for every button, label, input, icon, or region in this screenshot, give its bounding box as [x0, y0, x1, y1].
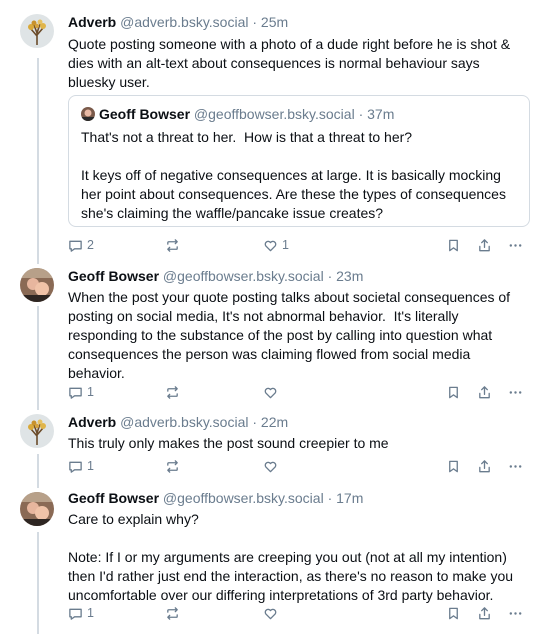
share-icon [479, 385, 490, 398]
share-button[interactable] [477, 603, 492, 623]
more-options-button[interactable] [508, 382, 523, 402]
bookmark-button[interactable] [446, 235, 461, 255]
quote-post[interactable]: Geoff Bowser @geoffbowser.bsky.social · … [68, 95, 530, 227]
reply-button[interactable]: 2 [68, 235, 94, 255]
separator: · [354, 106, 368, 122]
post-actions: 1 [68, 603, 530, 623]
avatar-tree-icon[interactable] [20, 414, 54, 448]
reply-count: 1 [87, 606, 94, 620]
post-header: Geoff Bowser @geoffbowser.bsky.social · … [68, 266, 530, 286]
separator: · [248, 14, 261, 30]
post-text: Care to explain why? Note: If I or my ar… [68, 511, 514, 603]
repost-button[interactable] [165, 456, 180, 476]
separator: · [248, 414, 261, 430]
quote-author-name: Geoff Bowser [99, 106, 191, 122]
more-icon [509, 611, 522, 615]
timestamp[interactable]: 22m [261, 414, 288, 430]
heart-icon [264, 461, 277, 472]
bookmark-icon [449, 607, 458, 619]
repost-icon [167, 606, 178, 620]
avatar-selfie-icon[interactable] [20, 268, 54, 302]
reply-count: 1 [87, 459, 94, 473]
post-header: Adverb @adverb.bsky.social · 22m [68, 412, 530, 432]
share-button[interactable] [477, 456, 492, 476]
repost-button[interactable] [165, 235, 180, 255]
author-handle[interactable]: @adverb.bsky.social [120, 14, 248, 30]
reply-icon [69, 240, 82, 252]
author-name[interactable]: Adverb [68, 14, 116, 30]
reply-icon [69, 387, 82, 399]
share-button[interactable] [477, 382, 492, 402]
separator: · [323, 268, 337, 284]
more-options-button[interactable] [508, 235, 523, 255]
post-actions: 1 [68, 456, 530, 476]
heart-icon [264, 387, 277, 398]
share-icon [479, 606, 490, 619]
more-icon [509, 464, 522, 468]
post-text: Quote posting someone with a photo of a … [68, 36, 514, 90]
like-button[interactable] [263, 603, 278, 623]
reply-icon [69, 461, 82, 473]
separator: · [323, 490, 337, 506]
author-name[interactable]: Adverb [68, 414, 116, 430]
post-actions: 1 [68, 382, 530, 402]
quote-avatar-icon [81, 107, 95, 121]
quote-text: That's not a threat to her. How is that … [81, 129, 506, 221]
bookmark-button[interactable] [446, 603, 461, 623]
repost-icon [167, 459, 178, 473]
bookmark-icon [449, 460, 458, 472]
like-button[interactable]: 1 [263, 235, 289, 255]
share-button[interactable] [477, 235, 492, 255]
bookmark-button[interactable] [446, 456, 461, 476]
like-count: 1 [282, 238, 289, 252]
share-icon [479, 459, 490, 472]
post[interactable]: Adverb @adverb.bsky.social · 25m Quote p… [0, 0, 540, 262]
author-name[interactable]: Geoff Bowser [68, 490, 159, 506]
reply-icon [69, 608, 82, 620]
reply-count: 2 [87, 238, 94, 252]
post-header: Adverb @adverb.bsky.social · 25m [68, 12, 530, 32]
reply-button[interactable]: 1 [68, 382, 94, 402]
author-name[interactable]: Geoff Bowser [68, 268, 159, 284]
avatar-selfie-icon[interactable] [20, 492, 54, 526]
post-actions: 2 1 [68, 235, 530, 255]
repost-icon [167, 238, 178, 252]
reply-count: 1 [87, 385, 94, 399]
reply-button[interactable]: 1 [68, 456, 94, 476]
bookmark-icon [449, 386, 458, 398]
heart-icon [264, 240, 277, 251]
timestamp[interactable]: 23m [336, 268, 363, 284]
post[interactable]: Geoff Bowser @geoffbowser.bsky.social · … [0, 488, 540, 634]
timestamp[interactable]: 17m [336, 490, 363, 506]
post-text: When the post your quote posting talks a… [68, 289, 514, 381]
post[interactable]: Geoff Bowser @geoffbowser.bsky.social · … [0, 262, 540, 408]
repost-icon [167, 385, 178, 399]
quote-timestamp: 37m [367, 106, 395, 122]
quote-author-handle: @geoffbowser.bsky.social [193, 106, 355, 122]
share-icon [479, 238, 490, 251]
post[interactable]: Adverb @adverb.bsky.social · 22m This tr… [0, 408, 540, 488]
more-options-button[interactable] [508, 603, 523, 623]
heart-icon [264, 608, 277, 619]
timestamp[interactable]: 25m [261, 14, 288, 30]
post-text: This truly only makes the post sound cre… [68, 435, 389, 451]
bookmark-button[interactable] [446, 382, 461, 402]
author-handle[interactable]: @geoffbowser.bsky.social [163, 490, 324, 506]
avatar-tree-icon[interactable] [20, 14, 54, 48]
more-icon [509, 390, 522, 394]
more-icon [509, 243, 522, 247]
author-handle[interactable]: @adverb.bsky.social [120, 414, 248, 430]
repost-button[interactable] [165, 382, 180, 402]
like-button[interactable] [263, 382, 278, 402]
post-header: Geoff Bowser @geoffbowser.bsky.social · … [68, 488, 530, 508]
author-handle[interactable]: @geoffbowser.bsky.social [163, 268, 324, 284]
bookmark-icon [449, 239, 458, 251]
reply-button[interactable]: 1 [68, 603, 94, 623]
more-options-button[interactable] [508, 456, 523, 476]
like-button[interactable] [263, 456, 278, 476]
repost-button[interactable] [165, 603, 180, 623]
quote-header: Geoff Bowser @geoffbowser.bsky.social · … [81, 104, 394, 124]
